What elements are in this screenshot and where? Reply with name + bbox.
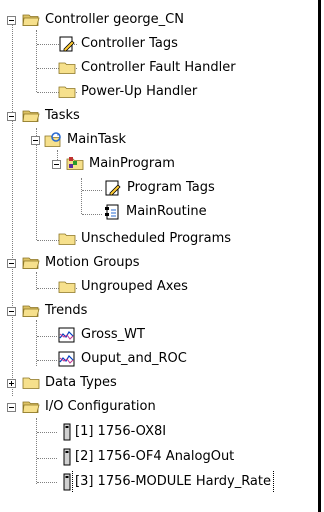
tree-node-maintask[interactable]: MainTask (0, 129, 321, 151)
tree-node-label[interactable]: [2] 1756-OF4 AnalogOut (73, 446, 236, 468)
trend-chart-icon (58, 351, 75, 367)
collapse-toggle[interactable] (7, 403, 16, 412)
tree-node-controller-tags[interactable]: Controller Tags (0, 33, 321, 55)
tree-node-unscheduled-programs[interactable]: Unscheduled Programs (0, 228, 321, 250)
tree-node-mainprogram[interactable]: MainProgram (0, 153, 321, 175)
tag-pencil-icon (59, 36, 75, 52)
project-tree[interactable]: Controller george_CN Controller Tags Con… (0, 0, 321, 512)
tree-node-label[interactable]: Power-Up Handler (79, 81, 199, 103)
tree-node-label[interactable]: Motion Groups (43, 252, 142, 274)
tree-node-label[interactable]: Data Types (43, 372, 119, 394)
folder-open-icon (22, 257, 40, 269)
collapse-toggle[interactable] (7, 307, 16, 316)
trend-chart-icon (58, 327, 75, 343)
tree-node-label[interactable]: Program Tags (125, 177, 217, 199)
tree-node-label[interactable]: Gross_WT (79, 324, 147, 346)
folder-open-icon (22, 14, 40, 26)
tree-node-program-tags[interactable]: Program Tags (0, 177, 321, 199)
expand-toggle[interactable] (7, 379, 16, 388)
tree-node-label[interactable]: Ouput_and_ROC (79, 348, 189, 370)
collapse-toggle[interactable] (7, 112, 16, 121)
tree-node-label[interactable]: Controller Fault Handler (79, 57, 238, 79)
folder-open-icon (22, 305, 40, 317)
program-folder-icon (66, 157, 84, 170)
folder-icon (58, 281, 76, 293)
tree-node-mainroutine[interactable]: MainRoutine (0, 201, 321, 223)
tree-node-label[interactable]: MainTask (65, 129, 128, 151)
folder-open-icon (22, 110, 40, 122)
tree-node-module-2[interactable]: [2] 1756-OF4 AnalogOut (0, 446, 321, 468)
tree-node-label[interactable]: [3] 1756-MODULE Hardy_Rate (72, 471, 274, 493)
tree-node-label[interactable]: I/O Configuration (43, 396, 158, 418)
tree-node-controller[interactable]: Controller george_CN (0, 9, 321, 31)
folder-icon (58, 86, 76, 98)
tree-node-trends[interactable]: Trends (0, 300, 321, 322)
tree-node-label[interactable]: Controller Tags (79, 33, 180, 55)
tree-node-label[interactable]: MainRoutine (124, 201, 209, 223)
tag-pencil-icon (105, 180, 121, 196)
tree-node-tasks[interactable]: Tasks (0, 105, 321, 127)
tree-node-io-configuration[interactable]: I/O Configuration (0, 396, 321, 418)
tree-node-ouput-and-roc[interactable]: Ouput_and_ROC (0, 348, 321, 370)
tree-node-label[interactable]: Unscheduled Programs (79, 228, 233, 250)
collapse-toggle[interactable] (31, 136, 40, 145)
folder-icon (22, 377, 40, 389)
folder-open-icon (22, 401, 40, 413)
tree-node-label[interactable]: Tasks (43, 105, 82, 127)
routine-icon (105, 204, 119, 220)
tree-node-label[interactable]: MainProgram (87, 153, 177, 175)
tree-node-controller-fault-handler[interactable]: Controller Fault Handler (0, 57, 321, 79)
collapse-toggle[interactable] (52, 160, 61, 169)
folder-icon (58, 62, 76, 74)
tree-node-gross-wt[interactable]: Gross_WT (0, 324, 321, 346)
tree-node-ungrouped-axes[interactable]: Ungrouped Axes (0, 276, 321, 298)
tree-node-motion-groups[interactable]: Motion Groups (0, 252, 321, 274)
tree-node-label[interactable]: [1] 1756-OX8I (73, 421, 168, 443)
tree-node-module-1[interactable]: [1] 1756-OX8I (0, 421, 321, 443)
collapse-toggle[interactable] (7, 16, 16, 25)
tree-node-label[interactable]: Controller george_CN (43, 9, 186, 31)
tree-node-module-3[interactable]: [3] 1756-MODULE Hardy_Rate (0, 471, 318, 493)
tree-node-power-up-handler[interactable]: Power-Up Handler (0, 81, 321, 103)
task-cycle-icon (44, 132, 61, 147)
tree-node-label[interactable]: Ungrouped Axes (79, 276, 190, 298)
collapse-toggle[interactable] (7, 259, 16, 268)
tree-node-data-types[interactable]: Data Types (0, 372, 321, 394)
folder-icon (58, 233, 76, 245)
tree-node-label[interactable]: Trends (43, 300, 89, 322)
